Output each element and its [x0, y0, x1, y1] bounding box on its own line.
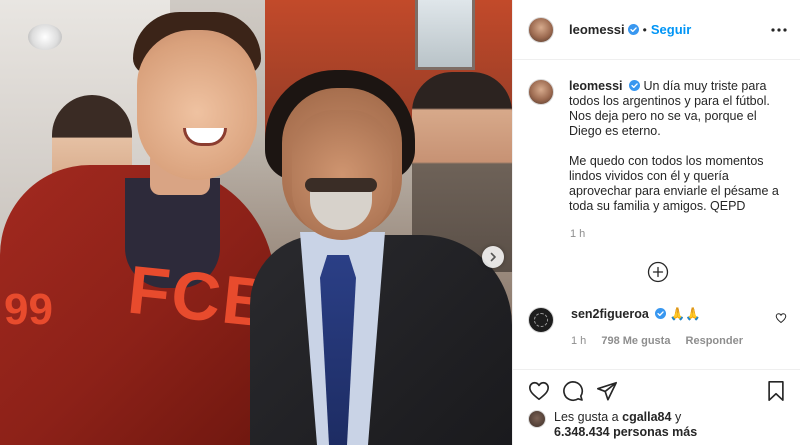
carousel-next-button[interactable] [482, 246, 504, 268]
background-window [415, 0, 475, 70]
more-options-icon [771, 28, 787, 32]
liked-by: Les gusta a cgalla84 y 6.348.434 persona… [528, 410, 697, 440]
liked-by-joiner: y [674, 410, 682, 424]
avatar[interactable] [528, 16, 554, 43]
mustache [305, 178, 377, 192]
post-photo[interactable]: FCB 99 [0, 0, 512, 445]
reply-button[interactable]: Responder [686, 335, 743, 347]
comment-icon[interactable] [562, 380, 584, 402]
liked-by-text: Les gusta a cgalla84 y 6.348.434 persona… [554, 410, 697, 440]
avatar-ring [534, 313, 548, 327]
caption-username[interactable]: leomessi [569, 79, 623, 93]
background-lamp [28, 24, 62, 50]
verified-badge-icon [655, 308, 667, 319]
action-icons [528, 380, 618, 402]
verified-badge-icon [627, 24, 639, 35]
comment-item: sen2figueroa 🙏🙏 1 h 798 Me gusta Respond… [528, 307, 790, 347]
caption-avatar[interactable] [528, 79, 554, 105]
separator-dot: • [642, 22, 647, 37]
liker-avatar[interactable] [528, 410, 546, 428]
comment-likes[interactable]: 798 Me gusta [601, 335, 670, 347]
comment-text: 🙏🙏 [669, 307, 701, 321]
hoodie-number: 99 [4, 285, 53, 334]
caption-timestamp[interactable]: 1 h [570, 228, 585, 240]
likes-count[interactable]: 6.348.434 personas más [554, 425, 697, 439]
follow-button[interactable]: Seguir [651, 22, 691, 37]
post-caption: leomessi Un día muy triste para todos lo… [528, 79, 790, 214]
caption-text: Un día muy triste para todos los argenti… [569, 79, 779, 213]
comments-list[interactable]: leomessi Un día muy triste para todos lo… [513, 61, 800, 368]
plus-circle-icon[interactable] [647, 261, 669, 283]
chevron-right-icon [490, 252, 496, 262]
comment-timestamp[interactable]: 1 h [571, 335, 586, 347]
heart-icon[interactable] [775, 312, 787, 324]
liked-by-prefix: Les gusta a [554, 410, 619, 424]
liked-by-user[interactable]: cgalla84 [622, 410, 671, 424]
comment-avatar[interactable] [528, 307, 554, 333]
verified-badge-icon [629, 80, 640, 91]
comment-meta: 1 h 798 Me gusta Responder [571, 335, 755, 347]
face-left-person [137, 30, 257, 180]
paper-plane-icon[interactable] [596, 380, 618, 402]
comment-body: sen2figueroa 🙏🙏 [571, 307, 701, 333]
comment-username[interactable]: sen2figueroa [571, 307, 649, 321]
heart-icon[interactable] [528, 380, 550, 402]
post-actions: Les gusta a cgalla84 y 6.348.434 persona… [513, 369, 800, 445]
bookmark-icon[interactable] [765, 380, 787, 402]
caption-body: leomessi Un día muy triste para todos lo… [569, 79, 789, 214]
header-username[interactable]: leomessi [569, 22, 625, 37]
post-sidebar: leomessi • Seguir leomessi Un día muy tr… [512, 0, 800, 445]
post-header: leomessi • Seguir [513, 0, 800, 60]
more-options-button[interactable] [771, 22, 787, 38]
